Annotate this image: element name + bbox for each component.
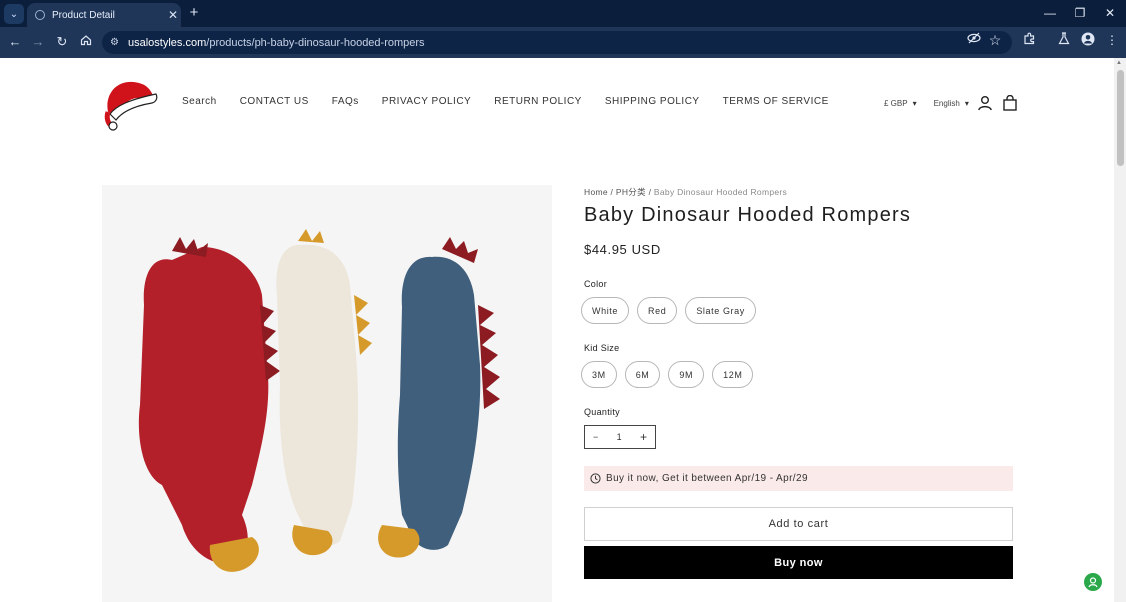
browser-toolbar: ← → ↻ ⚙ usalostyles.com/products/ph-baby… [0, 27, 1126, 58]
site-info-icon[interactable]: ⚙ [110, 37, 122, 48]
breadcrumb: Home / PH分类 / Baby Dinosaur Hooded Rompe… [584, 186, 1014, 198]
url-text[interactable]: usalostyles.com/products/ph-baby-dinosau… [128, 37, 425, 49]
new-tab-button[interactable]: + [186, 4, 202, 22]
breadcrumb-current: Baby Dinosaur Hooded Rompers [653, 187, 788, 197]
chevron-down-icon: ▾ [964, 98, 969, 108]
minimize-icon[interactable]: — [1037, 3, 1063, 23]
menu-icon[interactable]: ⋮ [1104, 32, 1120, 48]
size-options: 3M 6M 9M 12M [581, 361, 1014, 388]
size-option-6m[interactable]: 6M [624, 361, 661, 388]
address-bar[interactable]: ⚙ usalostyles.com/products/ph-baby-dinos… [102, 31, 1012, 54]
breadcrumb-separator: / [610, 187, 614, 197]
nav-search[interactable]: Search [182, 96, 217, 107]
language-value: English [933, 98, 960, 108]
product-title: Baby Dinosaur Hooded Rompers [584, 204, 912, 226]
nav-return-policy[interactable]: RETURN POLICY [494, 96, 582, 107]
nav-shipping-policy[interactable]: SHIPPING POLICY [605, 96, 700, 107]
page-scrollbar[interactable]: ▲ [1114, 58, 1126, 602]
labs-icon[interactable] [1056, 32, 1072, 48]
quantity-stepper: − 1 + [584, 425, 656, 449]
restore-icon[interactable]: ❐ [1067, 3, 1093, 23]
star-icon[interactable]: ☆ [987, 32, 1003, 48]
color-label: Color [584, 279, 608, 289]
header-actions: £ GBP ▾ English ▾ [884, 95, 1018, 111]
tab-search-icon[interactable]: ⌄ [4, 4, 24, 24]
clock-icon [590, 473, 601, 484]
chat-button[interactable] [1084, 573, 1102, 591]
nav-privacy-policy[interactable]: PRIVACY POLICY [382, 96, 471, 107]
plus-icon[interactable]: + [640, 430, 647, 444]
chat-icon [1088, 577, 1098, 588]
size-option-9m[interactable]: 9M [668, 361, 705, 388]
extensions-icon[interactable] [1021, 32, 1037, 48]
nav-faqs[interactable]: FAQs [332, 96, 359, 107]
currency-selector[interactable]: £ GBP ▾ [884, 99, 917, 108]
product-price: $44.95 USD [584, 242, 661, 257]
breadcrumb-category[interactable]: PH分类 [616, 187, 646, 197]
slate-gray-romper [378, 237, 500, 558]
product-info: Home / PH分类 / Baby Dinosaur Hooded Rompe… [581, 186, 1014, 579]
minus-icon[interactable]: − [593, 432, 598, 442]
buy-now-button[interactable]: Buy now [584, 546, 1013, 579]
red-romper [138, 237, 280, 572]
close-icon[interactable]: ✕ [1097, 3, 1123, 23]
cart-icon[interactable] [1002, 95, 1018, 111]
reload-icon[interactable]: ↻ [53, 33, 71, 51]
eye-off-icon[interactable] [966, 32, 982, 48]
scroll-up-icon[interactable]: ▲ [1116, 60, 1122, 66]
size-option-12m[interactable]: 12M [712, 361, 754, 388]
quantity-input[interactable]: 1 [617, 432, 622, 442]
globe-icon [35, 10, 45, 20]
tab-close-icon[interactable]: ✕ [165, 8, 181, 22]
color-option-slate-gray[interactable]: Slate Gray [685, 297, 756, 324]
profile-icon[interactable] [1080, 32, 1096, 48]
home-icon[interactable] [77, 33, 95, 51]
account-icon[interactable] [977, 95, 993, 111]
main-nav: Search CONTACT US FAQs PRIVACY POLICY RE… [182, 96, 852, 107]
add-to-cart-button[interactable]: Add to cart [584, 507, 1013, 541]
browser-tab[interactable]: Product Detail ✕ [27, 3, 181, 27]
currency-value: £ GBP [884, 98, 908, 108]
browser-tab-bar: ⌄ Product Detail ✕ + — ❐ ✕ [0, 0, 1126, 27]
size-label: Kid Size [584, 343, 620, 353]
breadcrumb-home[interactable]: Home [584, 187, 608, 197]
color-options: White Red Slate Gray [581, 297, 1014, 324]
breadcrumb-separator: / [648, 187, 652, 197]
scrollbar-thumb[interactable] [1117, 70, 1124, 166]
delivery-notice: Buy it now, Get it between Apr/19 - Apr/… [584, 466, 1013, 491]
size-option-3m[interactable]: 3M [581, 361, 617, 388]
product-image[interactable] [102, 185, 552, 602]
delivery-notice-text: Buy it now, Get it between Apr/19 - Apr/… [606, 473, 808, 484]
nav-contact-us[interactable]: CONTACT US [240, 96, 309, 107]
tab-title: Product Detail [52, 9, 115, 21]
nav-terms-of-service[interactable]: TERMS OF SERVICE [723, 96, 829, 107]
white-romper [276, 229, 372, 556]
color-option-red[interactable]: Red [637, 297, 678, 324]
store-logo[interactable] [100, 72, 162, 134]
color-option-white[interactable]: White [581, 297, 630, 324]
chevron-down-icon: ▾ [912, 98, 917, 108]
back-icon[interactable]: ← [6, 33, 24, 51]
forward-icon[interactable]: → [29, 33, 47, 51]
language-selector[interactable]: English ▾ [934, 99, 969, 108]
quantity-label: Quantity [584, 407, 620, 417]
